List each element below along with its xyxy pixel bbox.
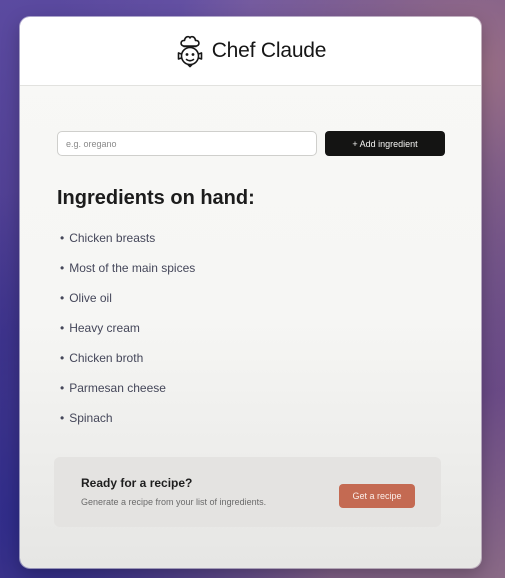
ingredient-input[interactable] [57,131,317,156]
ingredient-item: Most of the main spices [60,258,195,288]
ingredient-item: Heavy cream [60,318,195,348]
ingredients-heading: Ingredients on hand: [57,187,255,209]
ingredient-item: Spinach [60,408,195,438]
cta-title: Ready for a recipe? [81,476,193,490]
get-recipe-button[interactable]: Get a recipe [339,484,415,508]
app-window: Chef Claude + Add ingredient Ingredients… [20,17,481,568]
add-ingredient-button[interactable]: + Add ingredient [325,131,445,156]
add-ingredient-form: + Add ingredient [57,131,445,156]
chef-face-icon [177,35,203,68]
get-recipe-panel: Ready for a recipe? Generate a recipe fr… [54,457,441,527]
cta-subtitle: Generate a recipe from your list of ingr… [81,497,267,507]
app-title: Chef Claude [211,39,327,62]
ingredient-item: Chicken breasts [60,228,195,258]
ingredients-list: Chicken breasts Most of the main spices … [60,228,195,438]
app-header: Chef Claude [20,17,481,86]
ingredient-item: Chicken broth [60,348,195,378]
ingredient-item: Parmesan cheese [60,378,195,408]
ingredient-item: Olive oil [60,288,195,318]
